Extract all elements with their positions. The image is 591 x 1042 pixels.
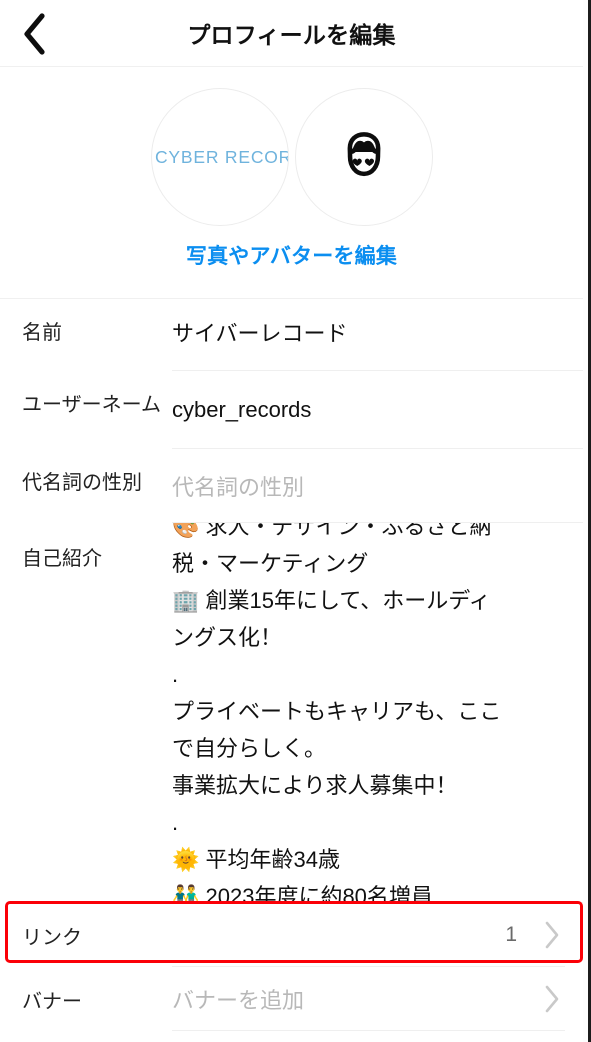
bio-line: 🌞 平均年齢34歳	[172, 847, 340, 872]
profile-form: 名前 サイバーレコード ユーザーネーム cyber_records 代名詞の性別…	[0, 299, 583, 903]
field-row-name[interactable]: 名前 サイバーレコード	[0, 299, 583, 371]
links-count-badge: 1	[505, 923, 517, 946]
avatar-illustration[interactable]	[294, 88, 433, 226]
bio-input[interactable]: 🎨 求人・デザイン・ふるさと納税・マーケティング 🏢 創業15年にして、ホールディ…	[172, 523, 583, 903]
bio-line: で自分らしく。	[172, 736, 327, 761]
bio-line: 👬 2023年度に約80名増員	[172, 884, 433, 903]
avatar-face-icon	[335, 128, 393, 186]
profile-photo-avatar[interactable]: CYBER RECORDS	[150, 88, 289, 226]
pronouns-input[interactable]: 代名詞の性別	[172, 449, 583, 523]
cyber-records-logo: CYBER RECORDS	[152, 146, 288, 168]
nav-banner-value: バナーを追加	[172, 967, 583, 1031]
field-row-pronouns[interactable]: 代名詞の性別 代名詞の性別	[0, 449, 583, 523]
nav-label-links: リンク	[22, 926, 82, 949]
chevron-left-icon	[21, 13, 47, 55]
field-label-bio: 自己紹介	[22, 548, 102, 570]
bio-line: 事業拡大により求人募集中！	[172, 773, 458, 798]
field-row-bio[interactable]: 自己紹介 🎨 求人・デザイン・ふるさと納税・マーケティング 🏢 創業15年にして、…	[0, 523, 583, 903]
back-button[interactable]	[8, 10, 60, 58]
logo-text: CYBER RECORDS	[154, 146, 288, 167]
bio-line: ングス化！	[172, 625, 283, 650]
edit-profile-screen: プロフィールを編集 CYBER RECORDS	[0, 0, 591, 1042]
bio-line: プライベートもキャリアも、ここ	[172, 699, 502, 724]
field-label-username: ユーザーネーム	[22, 394, 161, 416]
banner-placeholder[interactable]: バナーを追加	[172, 983, 539, 1015]
nav-banner-divider	[172, 1030, 565, 1031]
name-input[interactable]: サイバーレコード	[172, 299, 583, 371]
edit-photo-avatar-link[interactable]: 写真やアバターを編集	[186, 240, 397, 270]
nav-links-value: 1	[172, 903, 583, 967]
nav-row-links[interactable]: リンク 1	[0, 903, 583, 967]
bio-text: 🎨 求人・デザイン・ふるさと納税・マーケティング 🏢 創業15年にして、ホールディ…	[172, 523, 565, 903]
page-title: プロフィールを編集	[187, 22, 396, 48]
bio-line: .	[172, 810, 179, 835]
chevron-right-icon	[539, 984, 565, 1014]
field-label-name: 名前	[22, 322, 62, 344]
avatar-section: CYBER RECORDS 写真やアバターを編集	[0, 66, 583, 299]
avatar-row: CYBER RECORDS	[150, 88, 433, 226]
nav-label-banner: バナー	[22, 990, 82, 1013]
bio-line: 🏢 創業15年にして、ホールディ	[172, 588, 491, 613]
bio-line: .	[172, 662, 179, 687]
field-row-username[interactable]: ユーザーネーム cyber_records	[0, 371, 583, 449]
app-header: プロフィールを編集	[0, 0, 583, 67]
chevron-right-icon	[539, 920, 565, 950]
bio-line: 税・マーケティング	[172, 551, 369, 576]
username-input[interactable]: cyber_records	[172, 371, 583, 449]
field-label-pronouns: 代名詞の性別	[22, 472, 142, 494]
bio-line: 🎨 求人・デザイン・ふるさと納	[172, 523, 492, 539]
nav-row-banner[interactable]: バナー バナーを追加	[0, 967, 583, 1031]
